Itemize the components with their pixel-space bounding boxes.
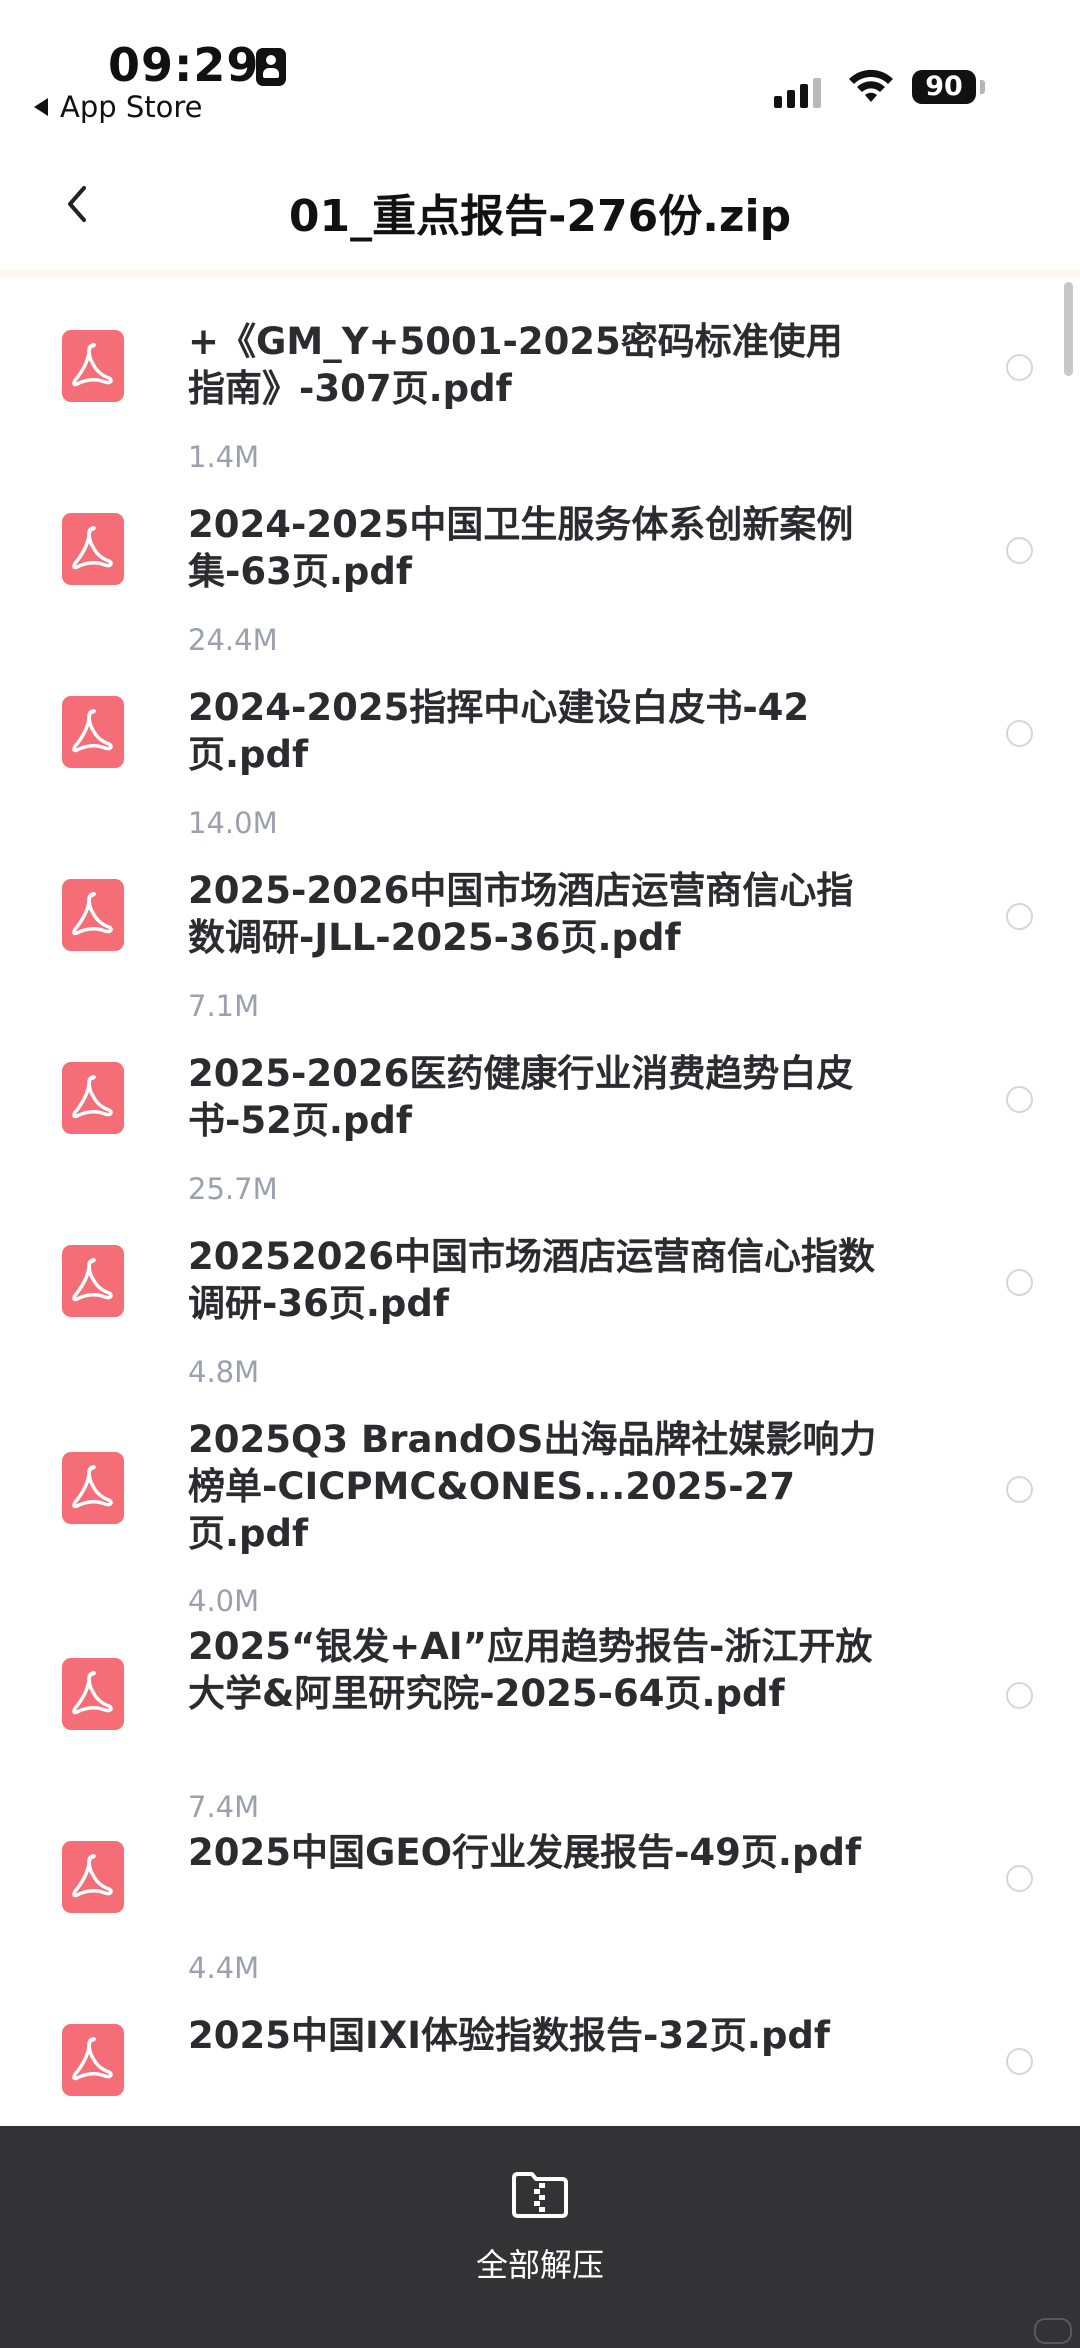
file-size: 7.4M (188, 1790, 260, 1824)
file-list: +《GM_Y+5001-2025密码标准使用指南》-307页.pdf 1.4M … (0, 278, 1080, 2126)
file-size: 4.4M (188, 1951, 260, 1985)
select-radio[interactable] (1006, 354, 1033, 381)
file-name: 20252026中国市场酒店运营商信心指数调研-36页.pdf (188, 1235, 875, 1325)
file-size: 1.4M (188, 440, 260, 474)
pdf-file-icon (62, 2024, 124, 2096)
select-radio[interactable] (1006, 1269, 1033, 1296)
cellular-signal-icon (774, 78, 821, 108)
file-name: 2025“银发+AI”应用趋势报告-浙江开放大学&阿里研究院-2025-64页.… (188, 1625, 873, 1715)
file-size: 25.7M (188, 1172, 278, 1206)
select-radio[interactable] (1006, 2048, 1033, 2075)
unzip-folder-icon (512, 2172, 568, 2218)
extract-all-button[interactable]: 全部解压 (440, 2146, 640, 2286)
file-name: 2025中国IXI体验指数报告-32页.pdf (188, 2014, 831, 2057)
select-radio[interactable] (1006, 1476, 1033, 1503)
bottom-action-bar: 全部解压 (0, 2126, 1080, 2348)
pdf-file-icon (62, 513, 124, 585)
pdf-file-icon (62, 1245, 124, 1317)
wifi-icon (849, 69, 893, 102)
select-radio[interactable] (1006, 1682, 1033, 1709)
scrollbar[interactable] (1064, 282, 1073, 376)
file-size: 7.1M (188, 989, 260, 1023)
file-name: +《GM_Y+5001-2025密码标准使用指南》-307页.pdf (188, 320, 843, 410)
page-title: 01_重点报告-276份.zip (288, 191, 792, 242)
file-name: 2025中国GEO行业发展报告-49页.pdf (188, 1831, 862, 1874)
extract-all-label: 全部解压 (475, 2246, 604, 2284)
file-name: 2025Q3 BrandOS出海品牌社媒影响力榜单-CICPMC&ONES...… (188, 1418, 877, 1555)
file-name: 2025-2026中国市场酒店运营商信心指数调研-JLL-2025-36页.pd… (188, 869, 854, 959)
select-radio[interactable] (1006, 537, 1033, 564)
file-size: 4.8M (188, 1355, 260, 1389)
file-size: 24.4M (188, 623, 278, 657)
select-radio[interactable] (1006, 1865, 1033, 1892)
pdf-file-icon (62, 696, 124, 768)
watermark-badge (1034, 2318, 1072, 2344)
header-divider (0, 270, 1080, 278)
status-time: 09:29 (108, 38, 260, 92)
nav-header: 01_重点报告-276份.zip (0, 150, 1080, 270)
back-app-label: App Store (60, 90, 203, 124)
status-bar: 09:29 App Store 90 (0, 0, 1080, 150)
select-radio[interactable] (1006, 720, 1033, 747)
file-size: 14.0M (188, 806, 278, 840)
pdf-file-icon (62, 1841, 124, 1913)
file-name: 2024-2025中国卫生服务体系创新案例集-63页.pdf (188, 503, 854, 593)
select-radio[interactable] (1006, 1086, 1033, 1113)
pdf-file-icon (62, 1062, 124, 1134)
person-icon (256, 48, 286, 86)
battery-indicator: 90 (912, 70, 976, 104)
file-name: 2024-2025指挥中心建设白皮书-42页.pdf (188, 686, 810, 776)
pdf-file-icon (62, 1452, 124, 1524)
file-size: 4.0M (188, 1584, 260, 1618)
battery-cap (980, 80, 985, 94)
pdf-file-icon (62, 1658, 124, 1730)
pdf-file-icon (62, 879, 124, 951)
file-name: 2025-2026医药健康行业消费趋势白皮书-52页.pdf (188, 1052, 854, 1142)
select-radio[interactable] (1006, 903, 1033, 930)
back-to-app-store-link[interactable]: App Store (34, 90, 203, 124)
pdf-file-icon (62, 330, 124, 402)
back-triangle-icon (34, 98, 48, 116)
